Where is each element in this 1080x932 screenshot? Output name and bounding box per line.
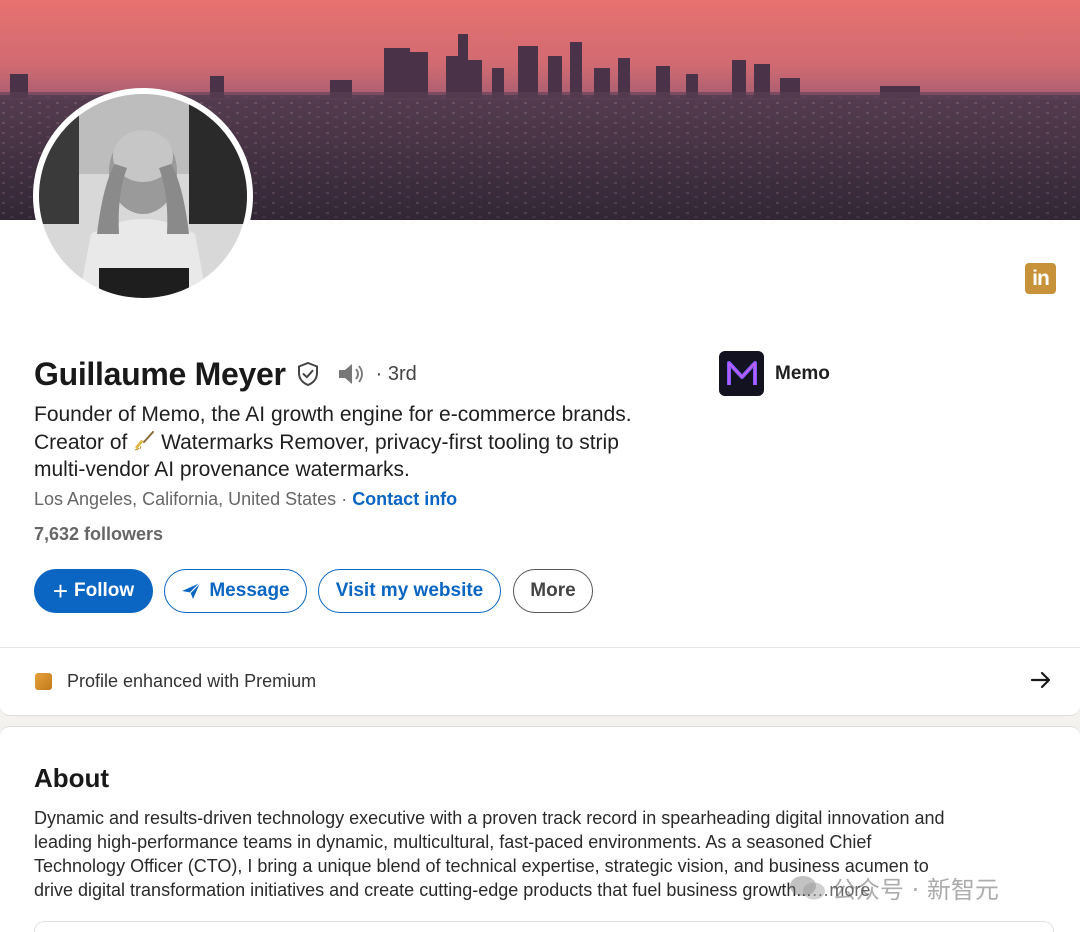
message-label: Message — [209, 580, 290, 601]
headline-line: Creator of Watermarks Remover, privacy-f… — [34, 429, 694, 457]
connection-degree: · 3rd — [375, 362, 417, 385]
profile-name: Guillaume Meyer — [34, 355, 286, 392]
headline-line: Founder of Memo, the AI growth engine fo… — [34, 403, 632, 426]
contact-info-link[interactable]: Contact info — [352, 489, 457, 509]
headline-line: multi-vendor AI provenance watermarks. — [34, 458, 410, 481]
broom-icon — [133, 430, 155, 451]
current-company[interactable]: Memo — [719, 351, 830, 396]
profile-headline: Founder of Memo, the AI growth engine fo… — [34, 401, 694, 484]
company-name: Memo — [775, 362, 830, 384]
next-card-edge — [34, 921, 1054, 932]
premium-banner[interactable]: Profile enhanced with Premium — [0, 647, 1080, 715]
name-row: Guillaume Meyer · 3rd — [34, 352, 417, 396]
about-title: About — [34, 763, 110, 793]
about-line-text: drive digital transformation initiatives… — [34, 880, 812, 900]
profile-photo[interactable] — [33, 88, 253, 304]
follow-button[interactable]: + Follow — [34, 569, 153, 613]
followers-count[interactable]: 7,632 followers — [34, 524, 163, 545]
premium-label: Profile enhanced with Premium — [67, 671, 317, 691]
follow-label: Follow — [74, 580, 135, 601]
separator: · — [336, 489, 353, 509]
linkedin-premium-icon: in — [1025, 263, 1056, 294]
profile-top-card: in Guillaume Meyer · 3rd Memo Founder of… — [0, 0, 1080, 716]
about-line: Dynamic and results-driven technology ex… — [34, 808, 945, 828]
speaker-icon[interactable] — [336, 360, 368, 388]
headline-text: Creator of — [34, 430, 128, 454]
visit-website-button[interactable]: Visit my website — [318, 569, 501, 613]
message-button[interactable]: Message — [164, 569, 307, 613]
memo-logo — [719, 351, 764, 396]
premium-badge-icon — [35, 673, 52, 690]
profile-location: Los Angeles, California, United States — [34, 489, 337, 509]
watermark-text: 公众号 · 新智元 — [832, 876, 999, 904]
shield-check-icon[interactable] — [294, 360, 322, 388]
more-button[interactable]: More — [513, 569, 593, 613]
send-icon — [182, 582, 201, 599]
wechat-icon — [790, 875, 825, 899]
arrow-right-icon[interactable] — [1030, 670, 1052, 690]
headline-text: Watermarks Remover, privacy-first toolin… — [161, 430, 619, 454]
about-line: leading high-performance teams in dynami… — [34, 832, 872, 852]
location-row: Los Angeles, California, United States ·… — [34, 489, 457, 510]
plus-icon: + — [52, 576, 69, 606]
watermark: 公众号 · 新智元 — [788, 870, 999, 905]
